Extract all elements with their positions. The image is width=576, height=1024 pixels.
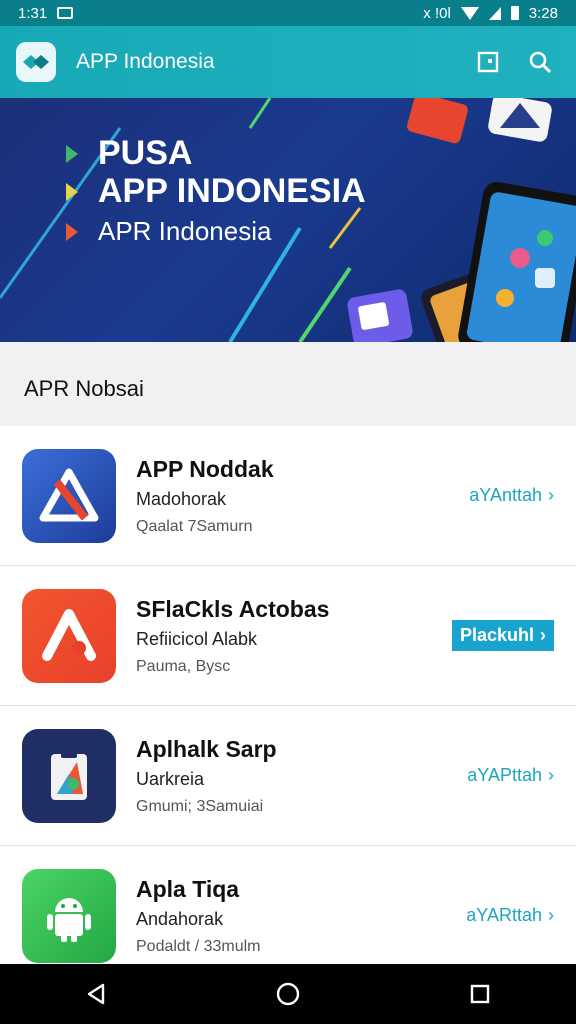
- status-right: x !0l 3:28: [423, 5, 558, 22]
- window-icon: [477, 51, 499, 73]
- list-item[interactable]: APP Noddak Madohorak Qaalat 7Samurn aYAn…: [0, 426, 576, 566]
- clipboard-app-icon: [22, 728, 116, 823]
- chevron-right-icon: ›: [548, 485, 554, 505]
- recents-icon: [470, 984, 490, 1004]
- battery-icon: [510, 6, 519, 20]
- banner-line-2-text: APP INDONESIA: [98, 172, 366, 210]
- status-clock: 3:28: [528, 4, 558, 22]
- app-info: SFlaCkls Actobas Refiicicol Alabk Pauma,…: [136, 596, 452, 676]
- search-button[interactable]: [520, 42, 560, 82]
- app-developer: Uarkreia: [136, 768, 205, 789]
- back-button[interactable]: [71, 969, 121, 1019]
- app-meta: Gmumi; 3Samuiai: [136, 797, 264, 815]
- app-logo-icon: [16, 42, 56, 82]
- install-label: aYAPttah: [467, 765, 542, 785]
- install-label: aYAnttah: [469, 485, 542, 505]
- app-bar: APP Indonesia: [0, 26, 576, 98]
- image-notification-icon: [57, 7, 74, 19]
- chevron-right-icon: ›: [548, 765, 554, 785]
- app-developer: Andahorak: [136, 908, 224, 929]
- install-button[interactable]: aYAPttah ›: [467, 765, 554, 786]
- install-button[interactable]: aYARttah ›: [466, 905, 554, 926]
- app-developer: Refiicicol Alabk: [136, 628, 258, 649]
- home-button[interactable]: [263, 969, 313, 1019]
- status-bar: 1:31 x !0l 3:28: [0, 0, 576, 26]
- app-info: Aplhalk Sarp Uarkreia Gmumi; 3Samuiai: [136, 736, 467, 816]
- install-button[interactable]: Plackuhl ›: [451, 620, 554, 651]
- app-meta: Qaalat 7Samurn: [136, 517, 253, 535]
- chevron-right-icon: ›: [540, 625, 546, 645]
- system-nav-bar: [0, 964, 576, 1024]
- banner-line-2: APP INDONESIA: [66, 172, 366, 211]
- banner-line-1: PUSA: [66, 134, 192, 173]
- app-name: Apla Tiqa: [136, 875, 240, 902]
- app-info: APP Noddak Madohorak Qaalat 7Samurn: [136, 456, 469, 536]
- app-name: SFlaCkls Actobas: [136, 595, 330, 622]
- app-developer: Madohorak: [136, 488, 227, 509]
- chevron-right-icon: ›: [548, 905, 554, 925]
- app-info: Apla Tiqa Andahorak Podaldt / 33mulm: [136, 876, 466, 956]
- install-label: Plackuhl: [459, 625, 534, 645]
- app-name: Aplhalk Sarp: [136, 735, 277, 762]
- app-title: APP Indonesia: [76, 50, 215, 73]
- wifi-icon: [460, 6, 479, 20]
- triangle-app-icon: [22, 448, 116, 543]
- banner-line-3: APR Indonesia: [66, 216, 271, 247]
- recents-button[interactable]: [455, 969, 505, 1019]
- install-button[interactable]: aYAnttah ›: [469, 485, 554, 506]
- app-meta: Podaldt / 33mulm: [136, 937, 261, 955]
- list-item[interactable]: Aplhalk Sarp Uarkreia Gmumi; 3Samuiai aY…: [0, 706, 576, 846]
- tab-switch-button[interactable]: [468, 42, 508, 82]
- app-name: APP Noddak: [136, 455, 274, 482]
- list-item[interactable]: SFlaCkls Actobas Refiicicol Alabk Pauma,…: [0, 566, 576, 706]
- status-time: 1:31: [18, 4, 48, 22]
- section-title: APR Nobsai: [0, 342, 576, 426]
- search-icon: [529, 51, 552, 74]
- red-arrow-icon: [66, 222, 78, 241]
- green-arrow-icon: [66, 144, 78, 163]
- banner-line-1-text: PUSA: [98, 134, 193, 172]
- yellow-arrow-icon: [66, 182, 78, 201]
- app-list: APP Noddak Madohorak Qaalat 7Samurn aYAn…: [0, 426, 576, 986]
- promo-banner[interactable]: PUSA APP INDONESIA APR Indonesia: [0, 98, 576, 342]
- status-extra: x !0l: [423, 4, 451, 22]
- banner-line-3-text: APR Indonesia: [98, 216, 272, 246]
- home-icon: [276, 982, 300, 1006]
- chevron-app-icon: [22, 588, 116, 683]
- app-meta: Pauma, Bysc: [136, 657, 231, 675]
- install-label: aYARttah: [466, 905, 542, 925]
- back-icon: [87, 983, 105, 1005]
- status-left: 1:31: [18, 4, 74, 22]
- signal-icon: [488, 6, 501, 20]
- android-app-icon: [22, 868, 116, 963]
